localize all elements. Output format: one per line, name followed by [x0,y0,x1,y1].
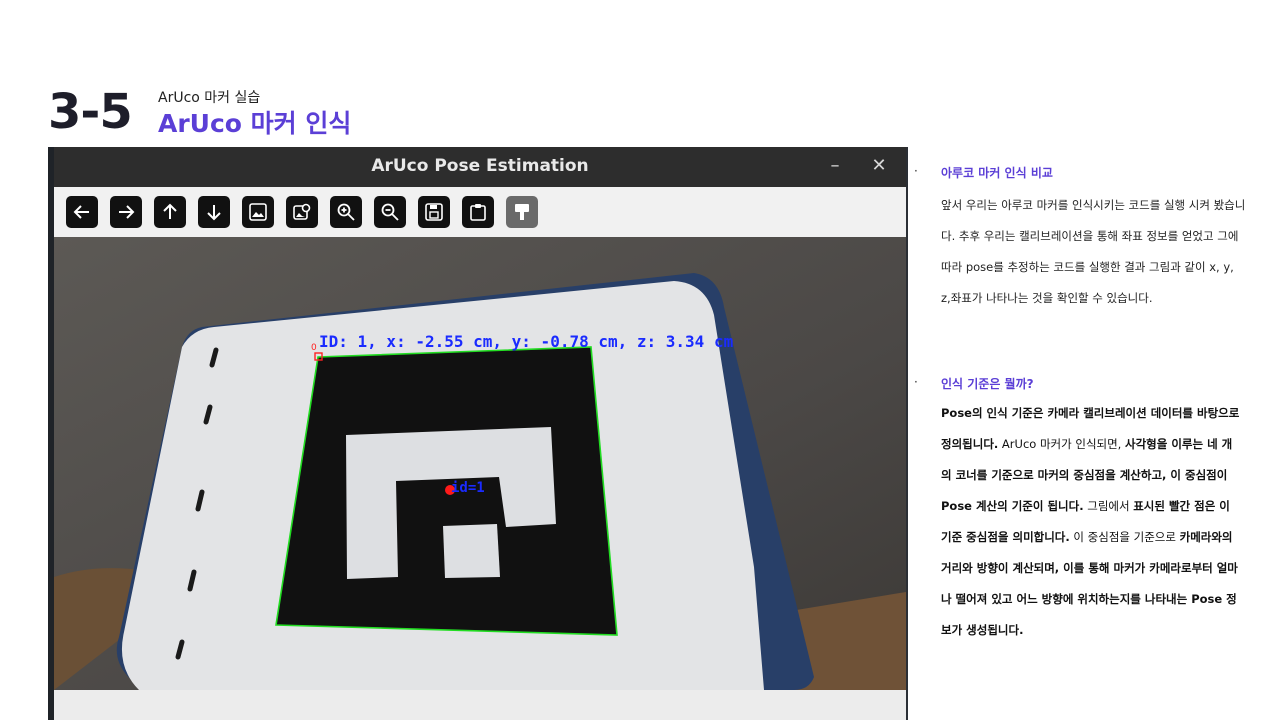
clipboard-icon[interactable] [462,196,494,228]
slide-number: 3-5 [48,84,133,140]
opencv-window: ArUco Pose Estimation – ✕ 0 ID: 1, x: -2… [54,147,906,720]
arrow-left-icon[interactable] [66,196,98,228]
text-1: ArUco 마커가 인식되면, [998,437,1125,451]
close-button[interactable]: ✕ [866,153,892,179]
text-2: 그림에서 [1083,499,1134,513]
pose-overlay-text: ID: 1, x: -2.55 cm, y: -0.78 cm, z: 3.34… [319,332,734,351]
window-titlebar[interactable]: ArUco Pose Estimation – ✕ [54,147,906,187]
status-bar [54,690,906,720]
arrow-down-icon[interactable] [198,196,230,228]
image-icon[interactable] [242,196,274,228]
minimize-button[interactable]: – [822,153,848,179]
arrow-up-icon[interactable] [154,196,186,228]
zoom-out-icon[interactable] [374,196,406,228]
camera-frame: 0 ID: 1, x: -2.55 cm, y: -0.78 cm, z: 3.… [54,237,906,690]
window-title: ArUco Pose Estimation [371,156,589,176]
arrow-right-icon[interactable] [110,196,142,228]
camera-view: 0 ID: 1, x: -2.55 cm, y: -0.78 cm, z: 3.… [54,237,906,690]
image-settings-icon[interactable] [286,196,318,228]
section1-heading: 아루코 마커 인식 비교 [941,166,1053,180]
save-icon[interactable] [418,196,450,228]
screenshot-area: ArUco Pose Estimation – ✕ 0 ID: 1, x: -2… [48,147,908,720]
paint-brush-icon[interactable] [506,196,538,228]
emphasis-4: 카메라와의 거리와 방향이 계산되며, 이를 통해 마커가 카메라로부터 얼마나… [941,530,1238,637]
text-3: 이 중심점을 기준으로 [1069,530,1180,544]
section2-heading: 인식 기준은 뭘까? [941,377,1034,391]
marker-white-region-2 [443,524,500,578]
marker-id-text: id=1 [451,480,485,496]
section1-body: 앞서 우리는 아루코 마커를 인식시키는 코드를 실행 시켜 봤습니다. 추후 … [941,198,1246,305]
section2-body: Pose의 인식 기준은 카메라 캘리브레이션 데이터를 바탕으로 정의됩니다.… [941,398,1241,646]
slide-title: ArUco 마커 인식 [158,109,352,138]
toolbar [54,187,906,237]
zoom-in-icon[interactable] [330,196,362,228]
corner-label: 0 [311,343,317,353]
bullet-1: · [914,164,918,178]
bullet-2: · [914,375,918,389]
